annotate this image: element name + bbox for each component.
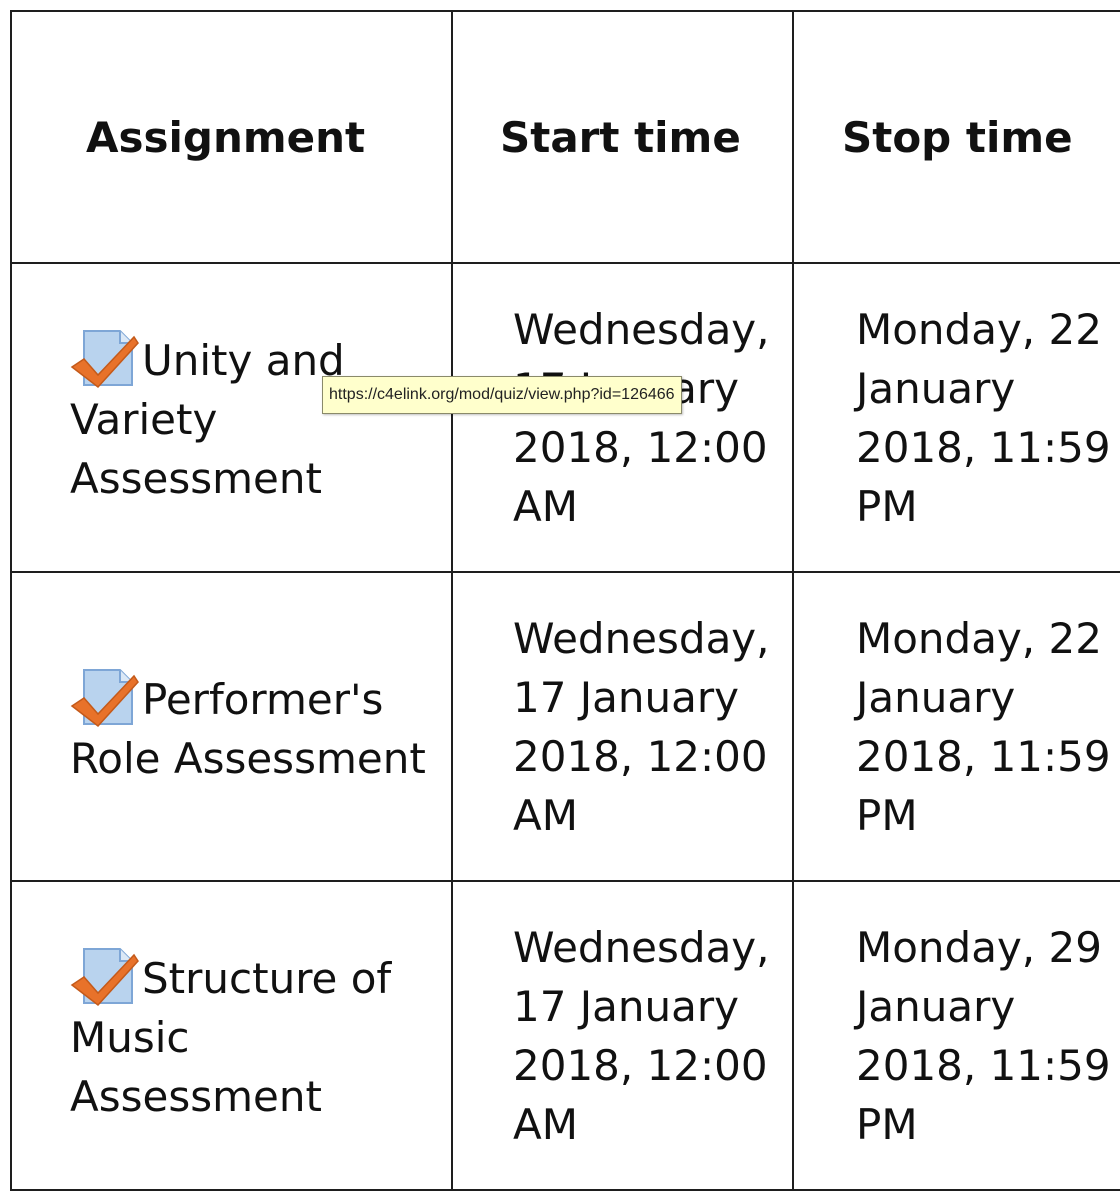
quiz-icon[interactable] [70, 945, 140, 1007]
table-header-row: Assignment Start time Stop time [10, 10, 1120, 264]
assignments-table-container: Assignment Start time Stop time Unity an… [10, 10, 1120, 1191]
assignments-table: Assignment Start time Stop time Unity an… [10, 10, 1120, 1191]
stop-time-cell: Monday, 22 January 2018, 11:59 PM [792, 571, 1120, 882]
table-row: Performer's Role Assessment Wednesday, 1… [10, 571, 1120, 882]
link-url-tooltip: https://c4elink.org/mod/quiz/view.php?id… [322, 376, 682, 414]
header-start-time[interactable]: Start time [451, 10, 794, 264]
stop-time-cell: Monday, 22 January 2018, 11:59 PM [792, 262, 1120, 573]
quiz-icon[interactable] [70, 327, 140, 389]
table-row: Unity and Variety Assessment Wednesday, … [10, 262, 1120, 573]
start-time-cell: Wednesday, 17 January 2018, 12:00 AM [451, 880, 794, 1191]
quiz-link-performers-role[interactable]: Performer's Role Assessment [70, 668, 426, 783]
assignment-cell: Unity and Variety Assessment [10, 262, 453, 573]
quiz-link-structure-of-music[interactable]: Structure of Music Assessment [70, 948, 391, 1121]
assignment-cell: Performer's Role Assessment [10, 571, 453, 882]
table-row: Structure of Music Assessment Wednesday,… [10, 880, 1120, 1191]
start-time-cell: Wednesday, 17 January 2018, 12:00 AM [451, 262, 794, 573]
quiz-link-unity-variety[interactable]: Unity and Variety Assessment [70, 330, 345, 503]
start-time-cell: Wednesday, 17 January 2018, 12:00 AM [451, 571, 794, 882]
stop-time-cell: Monday, 29 January 2018, 11:59 PM [792, 880, 1120, 1191]
assignment-cell: Structure of Music Assessment [10, 880, 453, 1191]
quiz-icon[interactable] [70, 666, 140, 728]
header-assignment[interactable]: Assignment [10, 10, 453, 264]
header-stop-time[interactable]: Stop time [792, 10, 1120, 264]
